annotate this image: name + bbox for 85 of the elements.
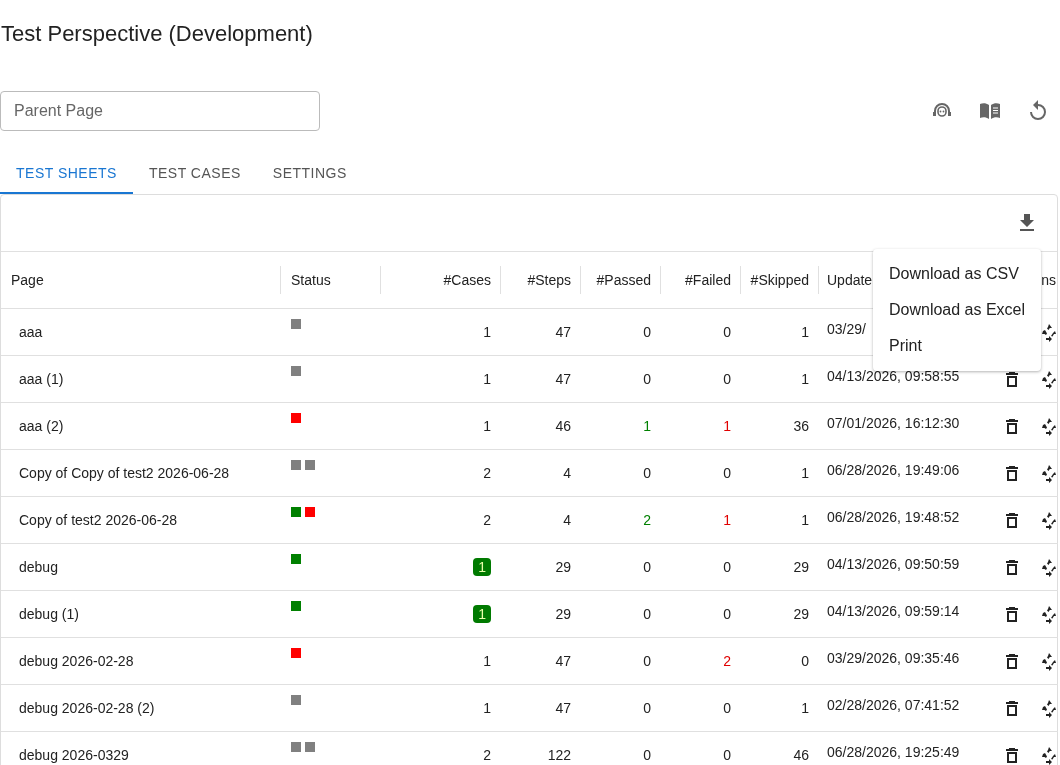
table-cell: debug 2026-02-28 (2) — [1, 685, 281, 732]
table-cell: 1 — [643, 418, 651, 434]
table-cell: 1 — [801, 700, 809, 716]
table-cell: 1 — [483, 653, 491, 669]
table-cell: 0 — [643, 324, 651, 340]
column-header[interactable]: #Failed — [675, 272, 741, 288]
table-cell: 1 — [483, 324, 491, 340]
menu-item[interactable]: Print — [873, 328, 1041, 364]
table-cell: 29 — [793, 606, 809, 622]
table-cell: 4 — [563, 465, 571, 481]
menu-item[interactable]: Download as Excel — [873, 292, 1041, 328]
table-cell: 1 — [483, 371, 491, 387]
column-header[interactable]: #Cases — [433, 272, 501, 288]
table-cell: 1 — [723, 418, 731, 434]
table-cell: 1 — [801, 371, 809, 387]
parent-page-field[interactable]: Parent Page — [0, 91, 320, 131]
table-cell: 03/29/2026, 09:35:46 — [827, 650, 960, 666]
table-cell: 1 — [801, 324, 809, 340]
table-cell: 1 — [801, 465, 809, 481]
table-cell: debug — [1, 544, 281, 591]
table-cell: 47 — [555, 371, 571, 387]
table-cell: 0 — [723, 700, 731, 716]
table-cell: 2 — [483, 747, 491, 763]
table-cell: debug 2026-02-28 — [1, 638, 281, 685]
table-cell: 0 — [723, 747, 731, 763]
column-header[interactable]: Page — [1, 272, 54, 288]
table-cell: 2 — [723, 653, 731, 669]
table-cell: 2 — [643, 512, 651, 528]
column-header[interactable]: #Steps — [517, 272, 581, 288]
table-cell: 04/13/2026, 09:50:59 — [827, 556, 960, 572]
table-cell: 29 — [793, 559, 809, 575]
table-cell: 06/28/2026, 19:25:49 — [827, 744, 960, 760]
table-cell: 29 — [555, 606, 571, 622]
table-cell: 122 — [547, 747, 571, 763]
table-cell: 04/13/2026, 09:59:14 — [827, 603, 960, 619]
count-badge: 1 — [473, 558, 491, 576]
tab[interactable]: TEST CASES — [132, 153, 257, 194]
table-cell: 0 — [643, 653, 651, 669]
table-cell: 47 — [555, 324, 571, 340]
table-cell: 47 — [555, 653, 571, 669]
table-cell: 0 — [723, 606, 731, 622]
table-cell: 2 — [483, 512, 491, 528]
table-cell: 46 — [793, 747, 809, 763]
table-cell: 2 — [483, 465, 491, 481]
table-cell: Copy of Copy of test2 2026-06-28 — [1, 450, 281, 497]
table-cell: aaa — [1, 309, 281, 356]
table-cell: 0 — [643, 606, 651, 622]
tab[interactable]: TEST SHEETS — [0, 153, 133, 194]
table-cell: 47 — [555, 700, 571, 716]
column-header[interactable]: #Skipped — [740, 272, 819, 288]
table-cell: 0 — [643, 465, 651, 481]
table-cell: 0 — [643, 371, 651, 387]
table-cell: 06/28/2026, 19:48:52 — [827, 509, 960, 525]
table-cell: 4 — [563, 512, 571, 528]
table-cell: 36 — [793, 418, 809, 434]
table-cell: debug 2026-0329 — [1, 732, 281, 765]
table-cell: 02/28/2026, 07:41:52 — [827, 697, 960, 713]
table-cell: 1 — [483, 700, 491, 716]
table-cell: debug (1) — [1, 591, 281, 638]
table-cell: 1 — [483, 418, 491, 434]
table-cell: aaa (1) — [1, 356, 281, 403]
table-cell: 0 — [723, 559, 731, 575]
table-cell: 29 — [555, 559, 571, 575]
table-cell: aaa (2) — [1, 403, 281, 450]
column-header[interactable]: Status — [281, 272, 341, 288]
page-title: Test Perspective (Development) — [0, 20, 314, 48]
table-cell: 1 — [723, 512, 731, 528]
count-badge: 1 — [473, 605, 491, 623]
table-cell: 0 — [723, 371, 731, 387]
table-cell: 06/28/2026, 19:49:06 — [827, 462, 960, 478]
table-cell: 1 — [801, 512, 809, 528]
table-cell: 0 — [723, 465, 731, 481]
table-cell: 46 — [555, 418, 571, 434]
table-cell: 04/13/2026, 09:58:55 — [827, 368, 960, 384]
table-cell: 03/29/ — [827, 321, 866, 337]
tab[interactable]: SETTINGS — [256, 153, 363, 194]
table-cell: 07/01/2026, 16:12:30 — [827, 415, 960, 431]
table-cell: Copy of test2 2026-06-28 — [1, 497, 281, 544]
table-cell: 0 — [643, 747, 651, 763]
column-header[interactable]: #Passed — [586, 272, 661, 288]
table-cell: 0 — [723, 324, 731, 340]
column-header[interactable]: ns — [1041, 272, 1058, 288]
table-cell: 0 — [801, 653, 809, 669]
table-cell: 0 — [643, 700, 651, 716]
table-cell: 0 — [643, 559, 651, 575]
